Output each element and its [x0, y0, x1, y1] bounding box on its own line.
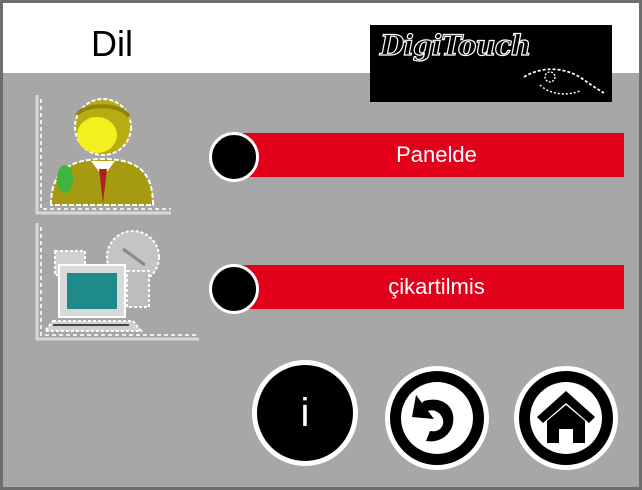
remote-computer-icon — [33, 221, 201, 343]
option-panelde-radio[interactable] — [209, 132, 259, 182]
info-icon: i — [300, 390, 310, 435]
brand-logo: DigiTouch — [370, 25, 612, 102]
option-cikartilmis-label: çikartilmis — [388, 274, 485, 299]
home-icon — [530, 382, 602, 454]
logo-hand-icon — [523, 68, 605, 95]
home-button[interactable] — [514, 366, 618, 470]
option-panelde-label: Panelde — [396, 142, 477, 167]
option-cikartilmis-radio[interactable] — [209, 264, 259, 314]
info-button[interactable]: i — [252, 360, 358, 466]
option-cikartilmis-button[interactable]: çikartilmis — [239, 265, 624, 309]
person-at-panel-icon — [33, 93, 173, 215]
page-title: Dil — [91, 23, 133, 64]
back-arrow-icon — [401, 382, 473, 454]
logo-wordmark: DigiTouch — [379, 28, 531, 62]
back-button[interactable] — [385, 366, 489, 470]
option-panelde-button[interactable]: Panelde — [239, 133, 624, 177]
screen-frame: Dil DigiTouch Panelde çikartilmis i — [0, 0, 642, 490]
